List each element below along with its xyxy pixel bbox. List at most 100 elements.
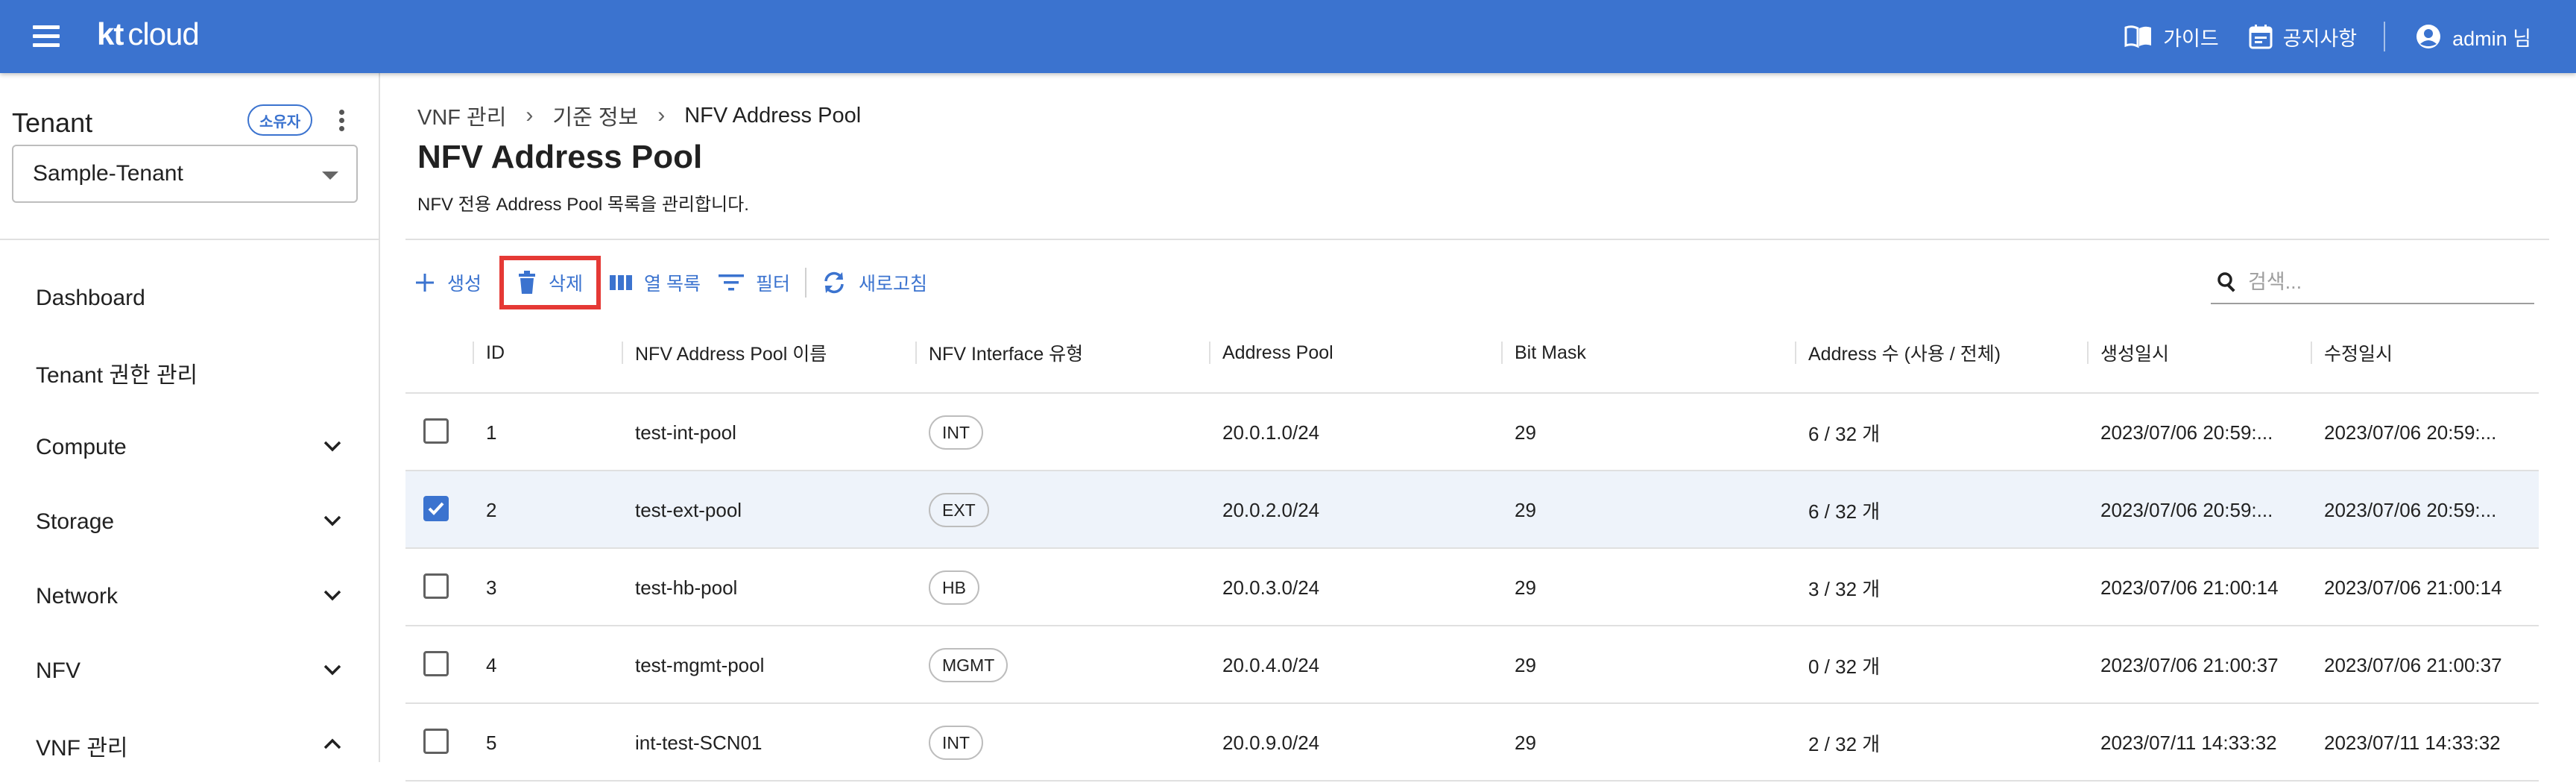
delete-button[interactable]: 삭제 (499, 256, 602, 309)
table-body: 1 test-int-pool INT 20.0.1.0/24 29 6 / 32 개 20… (405, 394, 2539, 782)
cell-addr: 3 / 32 개 (1795, 549, 2087, 626)
table-row[interactable]: 1 test-int-pool INT 20.0.1.0/24 29 6 / 32 개 20… (405, 394, 2539, 471)
sidebar-item[interactable]: Storage (0, 485, 379, 559)
cell-created: 2023/07/11 14:33:32 (2087, 704, 2311, 782)
cell-addr: 6 / 32 개 (1795, 471, 2087, 549)
row-checkbox[interactable] (423, 651, 449, 676)
cell-mask: 29 (1501, 626, 1795, 704)
breadcrumb-item[interactable]: 기준 정보 (552, 100, 638, 131)
breadcrumb-item[interactable]: VNF 관리 (417, 100, 506, 131)
cell-text: 6 / 32 개 (1808, 422, 1881, 445)
topnav-divider (2384, 22, 2386, 51)
cell-text: 2023/07/06 20:59:... (2324, 421, 2497, 444)
cell-created: 2023/07/06 21:00:37 (2087, 626, 2311, 704)
column-header-label: Bit Mask (1515, 342, 1586, 363)
table-row[interactable]: 5 int-test-SCN01 INT 20.0.9.0/24 29 2 / 32 개 2… (405, 704, 2539, 782)
interface-type-chip: HB (929, 570, 979, 605)
calendar-icon (2249, 25, 2273, 49)
sidebar-nav: Dashboard Tenant 권한 관리 Compute Storage Netwo… (0, 261, 379, 783)
notice-link[interactable]: 공지사항 (2249, 22, 2357, 51)
cell-type: INT (915, 394, 1209, 471)
row-checkbox[interactable] (423, 573, 449, 599)
column-header-name[interactable]: NFV Address Pool 이름 (622, 312, 915, 394)
toolbar-divider (805, 268, 806, 298)
more-vert-icon[interactable] (334, 107, 349, 137)
interface-type-chip: INT (929, 726, 984, 760)
cell-addr: 2 / 32 개 (1795, 704, 2087, 782)
cell-text: 29 (1515, 421, 1536, 444)
kt-cloud-logo[interactable]: kt cloud (97, 16, 200, 52)
row-checkbox[interactable] (423, 729, 449, 754)
column-header-id[interactable]: ID (473, 312, 622, 394)
table-row[interactable]: 2 test-ext-pool EXT 20.0.2.0/24 29 6 / 32 개 20… (405, 471, 2539, 549)
sidebar-item[interactable]: Compute (0, 410, 379, 485)
cell-text: 6 / 32 개 (1808, 500, 1881, 523)
cell-pool: 20.0.9.0/24 (1209, 704, 1501, 782)
columns-button[interactable]: 열 목록 (601, 260, 710, 305)
trash-icon (519, 271, 536, 294)
columns-label: 열 목록 (644, 274, 701, 295)
chevron-right-icon: › (525, 103, 534, 128)
expand-more-icon (323, 664, 341, 676)
table-row[interactable]: 4 test-mgmt-pool MGMT 20.0.4.0/24 29 0 / 32 개… (405, 626, 2539, 704)
column-header-modified[interactable]: 수정일시 (2311, 312, 2539, 394)
user-menu[interactable]: admin 님 (2415, 22, 2531, 51)
app-bar: kt cloud 가이드 공지사항 admin 님 (0, 0, 2576, 73)
column-header-created[interactable]: 생성일시 (2087, 312, 2311, 394)
sidebar-item[interactable]: Tenant 권한 관리 (0, 336, 379, 410)
sidebar-item[interactable]: Dashboard (0, 261, 379, 336)
cell-text: 3 / 32 개 (1808, 577, 1881, 600)
cell-mask: 29 (1501, 549, 1795, 626)
sidebar-item[interactable]: VNF 관리 (0, 708, 379, 783)
refresh-button[interactable]: 새로고침 (812, 260, 936, 305)
sidebar-item-label: Dashboard (36, 286, 145, 310)
table-header: ID NFV Address Pool 이름 NFV Interface 유형 … (405, 312, 2539, 394)
cell-name: test-mgmt-pool (622, 626, 915, 704)
tenant-select-value: Sample-Tenant (33, 161, 183, 186)
account-circle-icon (2416, 25, 2441, 48)
breadcrumb: VNF 관리 › 기준 정보 › NFV Address Pool (417, 100, 861, 131)
cell-text: test-mgmt-pool (635, 653, 765, 676)
hamburger-menu-icon[interactable] (30, 22, 63, 51)
column-header-type[interactable]: NFV Interface 유형 (915, 312, 1209, 394)
column-header-address-count[interactable]: Address 수 (사용 / 전체) (1795, 312, 2087, 394)
create-button[interactable]: 생성 (405, 260, 490, 305)
search-input[interactable] (2247, 269, 2515, 295)
cell-id: 5 (473, 704, 622, 782)
sidebar-item[interactable]: NFV (0, 634, 379, 708)
cell-text: 3 (486, 576, 497, 599)
table-row[interactable]: 3 test-hb-pool HB 20.0.3.0/24 29 3 / 32 개 2023… (405, 549, 2539, 626)
interface-type-chip: MGMT (929, 648, 1008, 682)
filter-list-icon (718, 274, 744, 291)
cell-text: 2023/07/11 14:33:32 (2100, 731, 2277, 754)
cell-type: EXT (915, 471, 1209, 549)
column-header-mask[interactable]: Bit Mask (1501, 312, 1795, 394)
sidebar-item-label: VNF 관리 (36, 736, 128, 761)
cell-text: 20.0.1.0/24 (1222, 421, 1320, 444)
page-title: NFV Address Pool (417, 139, 703, 175)
cell-pool: 20.0.3.0/24 (1209, 549, 1501, 626)
sidebar-item-label: Storage (36, 509, 115, 534)
cell-id: 2 (473, 471, 622, 549)
cell-addr: 6 / 32 개 (1795, 394, 2087, 471)
row-checkbox[interactable] (423, 496, 449, 521)
cell-text: 5 (486, 731, 497, 754)
cell-mask: 29 (1501, 471, 1795, 549)
logo-kt: kt (97, 16, 124, 51)
expand-more-icon (323, 590, 341, 601)
cell-text: 20.0.9.0/24 (1222, 731, 1320, 754)
filter-button[interactable]: 필터 (710, 260, 799, 305)
cell-text: 29 (1515, 653, 1536, 676)
expand-more-icon (323, 441, 341, 452)
cell-modified: 2023/07/06 21:00:14 (2311, 549, 2539, 626)
expand-more-icon (323, 515, 341, 526)
column-header-label: NFV Address Pool 이름 (635, 344, 827, 365)
row-checkbox[interactable] (423, 418, 449, 444)
cell-name: int-test-SCN01 (622, 704, 915, 782)
book-icon (2124, 25, 2152, 48)
guide-link[interactable]: 가이드 (2124, 22, 2219, 51)
tenant-select[interactable]: Sample-Tenant (12, 145, 358, 203)
cell-text: 20.0.3.0/24 (1222, 576, 1320, 599)
column-header-pool[interactable]: Address Pool (1209, 312, 1501, 394)
sidebar-item[interactable]: Network (0, 559, 379, 634)
